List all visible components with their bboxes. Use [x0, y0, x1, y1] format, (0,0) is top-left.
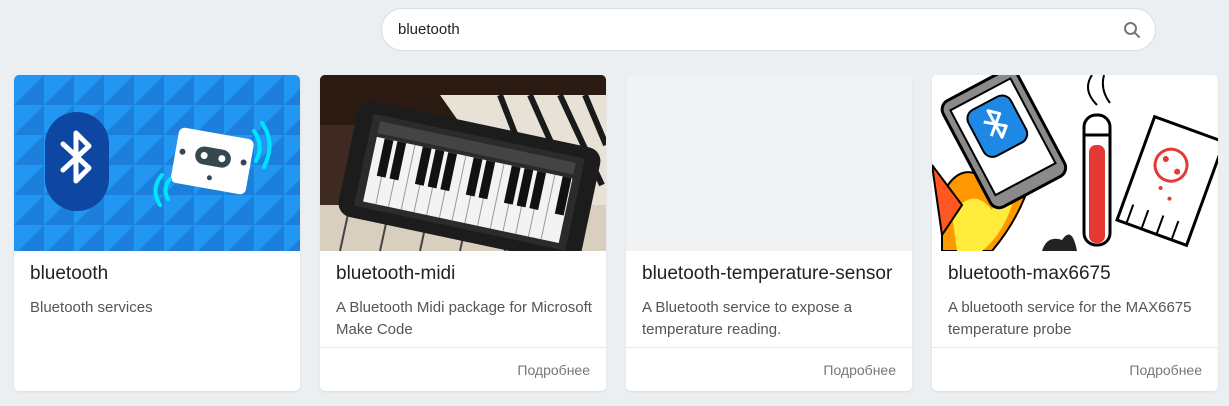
extension-card-bluetooth[interactable]: bluetooth Bluetooth services: [14, 75, 300, 391]
card-image-bluetooth: [14, 75, 300, 251]
card-description: A Bluetooth service to expose a temperat…: [642, 299, 853, 338]
extension-card-bluetooth-max6675[interactable]: bluetooth-max6675 A bluetooth service fo…: [932, 75, 1218, 391]
card-description: Bluetooth services: [30, 299, 153, 316]
card-description: A bluetooth service for the MAX6675 temp…: [948, 299, 1192, 338]
search-input[interactable]: [382, 9, 1102, 50]
card-title: bluetooth-midi: [336, 263, 456, 284]
piano-keyboard-image: [320, 75, 606, 251]
more-link[interactable]: Подробнее: [823, 362, 896, 378]
search-icon[interactable]: [1123, 21, 1141, 39]
card-title: bluetooth-max6675: [948, 263, 1111, 284]
extension-card-bluetooth-temperature-sensor[interactable]: bluetooth-temperature-sensor A Bluetooth…: [626, 75, 912, 391]
card-divider: [320, 347, 606, 348]
card-divider: [932, 347, 1218, 348]
phone-bluetooth-flame-sketch: [932, 75, 1218, 251]
card-title: bluetooth: [30, 263, 109, 284]
card-title: bluetooth-temperature-sensor: [642, 263, 893, 284]
more-link[interactable]: Подробнее: [1129, 362, 1202, 378]
card-description: A Bluetooth Midi package for Microsoft M…: [336, 299, 592, 338]
more-link[interactable]: Подробнее: [517, 362, 590, 378]
extension-card-bluetooth-midi[interactable]: bluetooth-midi A Bluetooth Midi package …: [320, 75, 606, 391]
search-bar: [381, 8, 1156, 51]
card-divider: [626, 347, 912, 348]
card-image-placeholder: [626, 75, 912, 251]
